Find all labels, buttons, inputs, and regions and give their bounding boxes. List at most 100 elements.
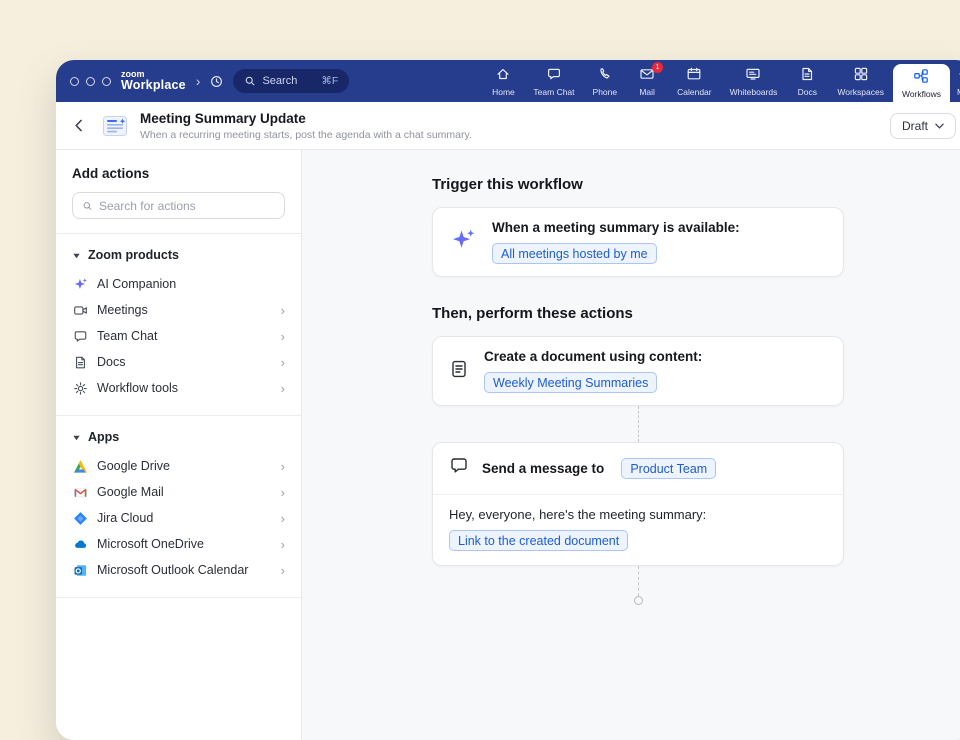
status-badge: Draft bbox=[902, 119, 928, 133]
sidebar-item-microsoft-onedrive[interactable]: Microsoft OneDrive › bbox=[72, 531, 285, 557]
section-zoom-products[interactable]: Zoom products bbox=[72, 248, 285, 262]
nav-tab-docs[interactable]: Docs bbox=[786, 60, 828, 102]
create-document-text: Create a document using content: bbox=[484, 349, 702, 364]
nav-tab-workflows[interactable]: Workflows bbox=[893, 64, 950, 102]
docs-icon bbox=[799, 66, 815, 84]
chevron-right-icon: › bbox=[281, 460, 285, 473]
workflow-header: Meeting Summary Update When a recurring … bbox=[56, 102, 960, 150]
document-icon bbox=[449, 359, 469, 384]
page-subtitle: When a recurring meeting starts, post th… bbox=[140, 129, 472, 141]
chevron-right-icon: › bbox=[281, 330, 285, 343]
document-content-chip[interactable]: Weekly Meeting Summaries bbox=[484, 372, 657, 393]
section-label: Apps bbox=[88, 430, 119, 444]
window-control-maximize[interactable] bbox=[102, 77, 111, 86]
window-controls bbox=[70, 77, 111, 86]
mail-unread-badge: 1 bbox=[652, 62, 663, 73]
send-message-card[interactable]: Send a message to Product Team Hey, ever… bbox=[432, 442, 844, 566]
nav-tab-more[interactable]: More bbox=[950, 60, 960, 102]
page-title: Meeting Summary Update bbox=[140, 111, 472, 126]
actions-search[interactable] bbox=[72, 192, 285, 219]
phone-icon bbox=[597, 66, 613, 84]
chevron-down-icon bbox=[935, 123, 944, 129]
trigger-text: When a meeting summary is available: bbox=[492, 220, 740, 235]
sidebar-item-label: Google Drive bbox=[97, 459, 170, 473]
team-chat-icon bbox=[72, 328, 88, 344]
sidebar-item-jira-cloud[interactable]: Jira Cloud › bbox=[72, 505, 285, 531]
sidebar-item-microsoft-outlook-calendar[interactable]: Microsoft Outlook Calendar › bbox=[72, 557, 285, 583]
nav-tab-home[interactable]: Home bbox=[482, 60, 524, 102]
caret-down-icon bbox=[72, 251, 81, 260]
divider bbox=[56, 233, 301, 234]
nav-tab-phone[interactable]: Phone bbox=[584, 60, 627, 102]
actions-heading: Then, perform these actions bbox=[432, 305, 844, 322]
sidebar-item-label: Jira Cloud bbox=[97, 511, 153, 525]
draft-status-dropdown[interactable]: Draft bbox=[890, 113, 956, 139]
docs-icon bbox=[72, 354, 88, 370]
chevron-right-icon: › bbox=[281, 538, 285, 551]
sidebar-item-docs[interactable]: Docs › bbox=[72, 349, 285, 375]
nav-tab-label: Phone bbox=[593, 87, 618, 97]
message-recipient-chip[interactable]: Product Team bbox=[621, 458, 716, 479]
history-icon[interactable] bbox=[209, 74, 224, 89]
message-body: Hey, everyone, here's the meeting summar… bbox=[433, 494, 843, 565]
nav-tab-team-chat[interactable]: Team Chat bbox=[524, 60, 583, 102]
window-control-close[interactable] bbox=[70, 77, 79, 86]
trigger-card[interactable]: When a meeting summary is available: All… bbox=[432, 207, 844, 277]
top-navbar: zoom Workplace › Search ⌘F Home Team Cha… bbox=[56, 60, 960, 102]
nav-tab-label: Calendar bbox=[677, 87, 712, 97]
sidebar-item-label: Team Chat bbox=[97, 329, 157, 343]
section-apps[interactable]: Apps bbox=[72, 430, 285, 444]
nav-tab-whiteboards[interactable]: Whiteboards bbox=[721, 60, 787, 102]
caret-down-icon bbox=[72, 433, 81, 442]
home-icon bbox=[495, 66, 511, 84]
sidebar-item-google-mail[interactable]: Google Mail › bbox=[72, 479, 285, 505]
sidebar-item-team-chat[interactable]: Team Chat › bbox=[72, 323, 285, 349]
sidebar-item-label: AI Companion bbox=[97, 277, 176, 291]
actions-search-input[interactable] bbox=[99, 199, 275, 213]
sidebar-item-label: Google Mail bbox=[97, 485, 164, 499]
workflow-end-node bbox=[634, 596, 643, 605]
create-document-card[interactable]: Create a document using content: Weekly … bbox=[432, 336, 844, 406]
send-message-header: Send a message to Product Team bbox=[433, 443, 843, 494]
workflow-titles: Meeting Summary Update When a recurring … bbox=[140, 111, 472, 141]
sidebar-item-label: Microsoft Outlook Calendar bbox=[97, 563, 248, 577]
nav-tab-workspaces[interactable]: Workspaces bbox=[828, 60, 893, 102]
window-control-minimize[interactable] bbox=[86, 77, 95, 86]
global-search[interactable]: Search ⌘F bbox=[233, 69, 349, 93]
chevron-right-icon: › bbox=[281, 512, 285, 525]
nav-tab-label: Team Chat bbox=[533, 87, 574, 97]
divider bbox=[56, 415, 301, 416]
nav-tab-calendar[interactable]: Calendar bbox=[668, 60, 721, 102]
chat-bubble-icon bbox=[449, 456, 469, 481]
meetings-icon bbox=[72, 302, 88, 318]
chevron-right-icon: › bbox=[281, 356, 285, 369]
divider bbox=[56, 597, 301, 598]
logo-line2: Workplace bbox=[121, 79, 186, 92]
whiteboards-icon bbox=[745, 66, 761, 84]
ai-companion-icon bbox=[72, 276, 88, 292]
zoom-workplace-logo: zoom Workplace bbox=[121, 70, 186, 93]
sidebar-item-google-drive[interactable]: Google Drive › bbox=[72, 453, 285, 479]
document-link-chip[interactable]: Link to the created document bbox=[449, 530, 628, 551]
sidebar-item-label: Microsoft OneDrive bbox=[97, 537, 204, 551]
calendar-icon bbox=[686, 66, 702, 84]
nav-tab-label: Home bbox=[492, 87, 515, 97]
nav-tab-label: Mail bbox=[639, 87, 655, 97]
sidebar-item-label: Workflow tools bbox=[97, 381, 178, 395]
workspaces-icon bbox=[853, 66, 869, 84]
back-button[interactable] bbox=[72, 118, 86, 133]
sidebar-item-meetings[interactable]: Meetings › bbox=[72, 297, 285, 323]
chevron-right-icon: › bbox=[281, 564, 285, 577]
outlook-calendar-icon bbox=[72, 562, 88, 578]
nav-tabs: Home Team Chat Phone Mail 1 Calendar bbox=[482, 60, 960, 102]
chevron-right-icon[interactable]: › bbox=[196, 73, 201, 89]
sidebar-item-label: Docs bbox=[97, 355, 125, 369]
nav-tab-label: Docs bbox=[798, 87, 817, 97]
search-icon bbox=[244, 75, 256, 87]
dashed-connector bbox=[638, 406, 639, 442]
nav-tab-mail[interactable]: Mail 1 bbox=[626, 60, 668, 102]
trigger-scope-chip[interactable]: All meetings hosted by me bbox=[492, 243, 657, 264]
sidebar-item-workflow-tools[interactable]: Workflow tools › bbox=[72, 375, 285, 401]
sidebar-item-ai-companion[interactable]: AI Companion bbox=[72, 271, 285, 297]
workflow-tools-icon bbox=[72, 380, 88, 396]
